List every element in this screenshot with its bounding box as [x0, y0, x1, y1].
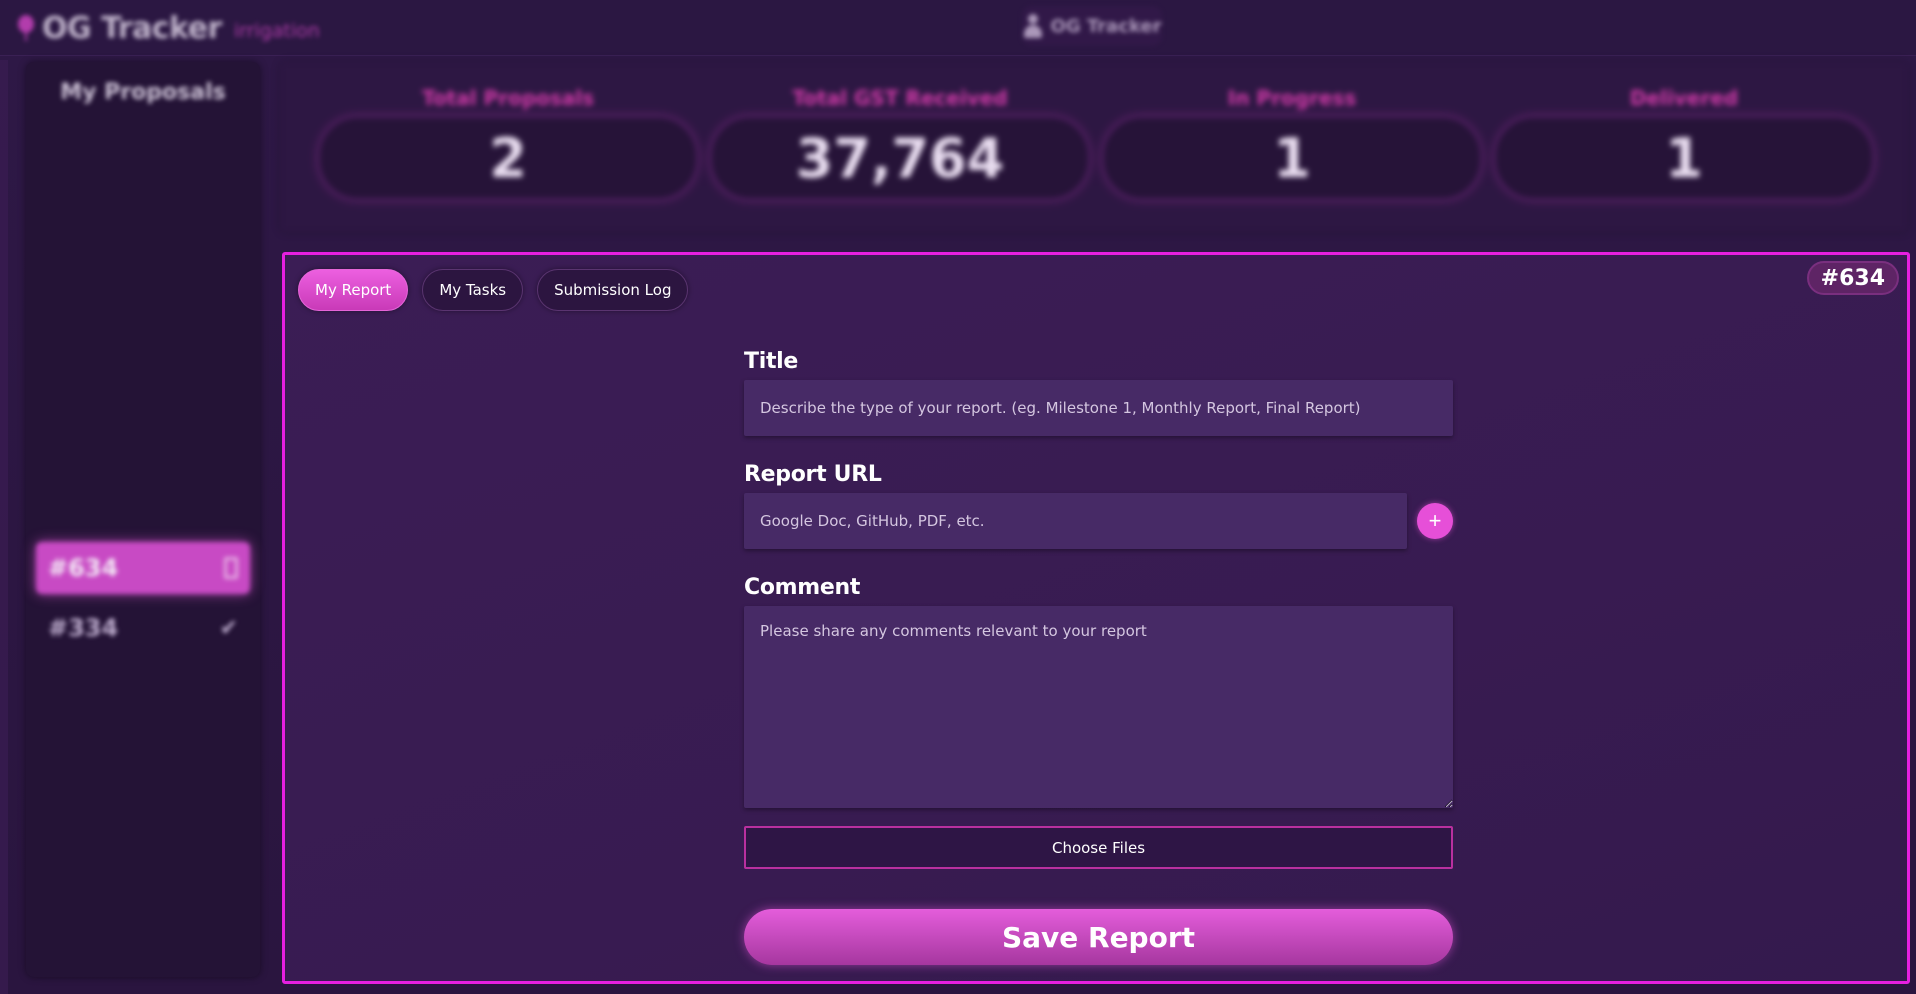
- title-input[interactable]: [744, 380, 1453, 436]
- stat-total-received: Total GST Received 37,764: [710, 86, 1090, 206]
- brand[interactable]: OG Tracker irrigation: [14, 8, 320, 48]
- tab-submission-log[interactable]: Submission Log: [537, 269, 689, 311]
- proposals-sidebar: My Proposals #634 #334 ✔: [26, 62, 260, 977]
- check-icon: ✔: [219, 615, 238, 641]
- save-report-button[interactable]: Save Report: [744, 909, 1453, 965]
- report-panel: #634 My Report My Tasks Submission Log T…: [282, 252, 1910, 984]
- stat-value: 2: [489, 126, 527, 190]
- user-name: OG Tracker: [1050, 15, 1162, 37]
- app-root: OG Tracker irrigation OG Tracker My Prop…: [0, 0, 1916, 994]
- tab-my-tasks[interactable]: My Tasks: [422, 269, 524, 311]
- title-label: Title: [744, 349, 799, 374]
- edge-strip: [0, 60, 8, 994]
- sidebar-item-334[interactable]: #334 ✔: [36, 602, 250, 654]
- stat-in-progress: In Progress 1: [1102, 86, 1482, 206]
- proposal-label: #334: [48, 614, 119, 642]
- add-url-button[interactable]: +: [1417, 503, 1453, 539]
- app-title: OG Tracker: [42, 10, 222, 46]
- stat-box: 1: [1102, 116, 1482, 200]
- app-subtitle: irrigation: [233, 20, 320, 42]
- stat-value: 37,764: [795, 126, 1005, 190]
- stat-label: Delivered: [1629, 86, 1739, 110]
- stat-label: Total Proposals: [421, 86, 595, 110]
- hourglass-icon: [224, 557, 238, 579]
- sidebar-title: My Proposals: [60, 80, 226, 105]
- user-menu[interactable]: OG Tracker: [1022, 6, 1162, 46]
- stat-value: 1: [1273, 126, 1311, 190]
- choose-files-button[interactable]: Choose Files: [744, 826, 1453, 869]
- stat-delivered: Delivered 1: [1494, 86, 1874, 206]
- top-bar: OG Tracker irrigation OG Tracker: [0, 0, 1916, 56]
- report-form: Title Report URL + Comment Choose Files …: [744, 349, 1453, 965]
- report-url-input[interactable]: [744, 493, 1407, 549]
- stat-value: 1: [1665, 126, 1703, 190]
- url-row: +: [744, 493, 1453, 549]
- stat-box: 2: [318, 116, 698, 200]
- balloon-icon: [14, 15, 36, 41]
- proposal-label: #634: [48, 554, 119, 582]
- stat-box: 37,764: [710, 116, 1090, 200]
- comment-textarea[interactable]: [744, 606, 1453, 808]
- user-icon: [1023, 14, 1043, 38]
- report-url-label: Report URL: [744, 462, 882, 487]
- proposal-id-badge: #634: [1806, 261, 1899, 295]
- stat-label: In Progress: [1227, 86, 1357, 110]
- comment-label: Comment: [744, 575, 861, 600]
- stat-label: Total GST Received: [792, 86, 1008, 110]
- tab-my-report[interactable]: My Report: [298, 269, 409, 311]
- sidebar-item-634[interactable]: #634: [36, 542, 250, 594]
- stat-total-proposals: Total Proposals 2: [318, 86, 698, 206]
- stat-box: 1: [1494, 116, 1874, 200]
- tab-bar: My Report My Tasks Submission Log: [298, 269, 689, 311]
- stats-panel: Total Proposals 2 Total GST Received 37,…: [280, 62, 1908, 232]
